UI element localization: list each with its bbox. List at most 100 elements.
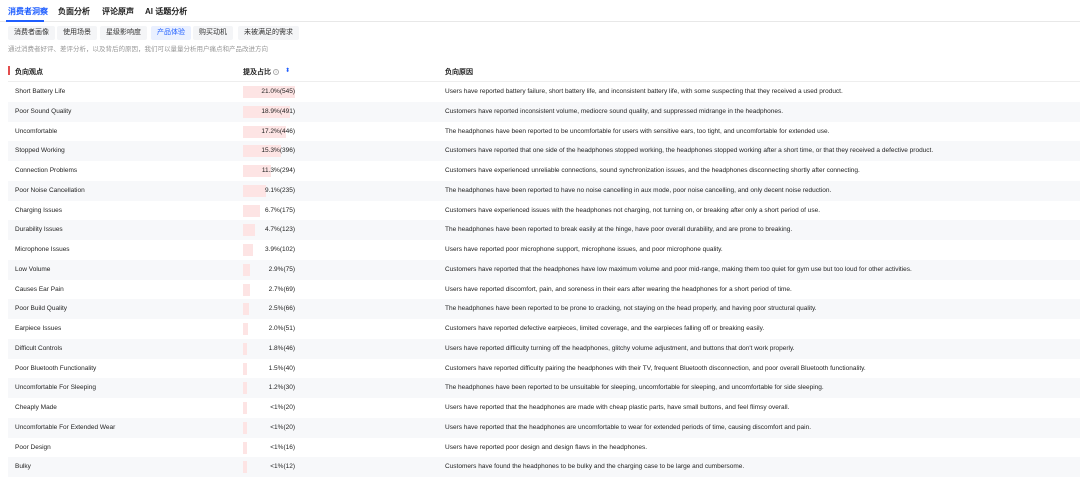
row-viewpoint: Charging Issues [15,206,62,214]
table-row: Stopped Working 15.3%(396) Customers have … [8,141,1080,161]
row-ratio-value: 21.0%(545) [261,88,295,95]
row-viewpoint: Poor Noise Cancellation [15,186,85,194]
row-reason: Customers have experienced unreliable co… [445,167,860,174]
tab-negative-analysis[interactable]: 负面分析 [58,6,90,17]
table-row: Causes Ear Pain 2.7%(69) Users have report… [8,280,1080,300]
table-row: Earpiece Issues 2.0%(51) Customers have re… [8,319,1080,339]
row-reason: Users have reported that the headphones … [445,404,790,411]
sub-tab-unmet-needs[interactable]: 未被满足的需求 [238,26,299,40]
row-reason: Customers have reported that one side of… [445,147,934,155]
row-reason: The headphones have been reported to be … [445,127,830,135]
row-viewpoint: Bulky [15,463,31,471]
row-reason: The headphones have been reported to be … [445,305,817,313]
table-row: Microphone Issues 3.9%(102) Users have rep… [8,240,1080,260]
row-reason: The headphones have been reported to be … [445,384,824,392]
row-reason: Customers have reported difficulty pairi… [445,364,866,372]
header-viewpoint: 负向观点 [15,69,43,76]
row-viewpoint: Short Battery Life [15,88,66,95]
row-viewpoint: Uncomfortable For Sleeping [15,384,96,392]
row-viewpoint: Poor Bluetooth Functionality [15,364,97,372]
row-ratio-value: <1%(12) [270,463,295,471]
row-ratio-value: <1%(16) [270,443,295,451]
table-row: Uncomfortable For Sleeping 1.2%(30) The he… [8,378,1080,398]
row-viewpoint: Durability Issues [15,226,63,234]
tab-consumer-insight[interactable]: 消费者洞察 [8,6,48,17]
table-row: Poor Design <1%(16) Users have reported po… [8,438,1080,458]
tab-review-voice[interactable]: 评论原声 [102,6,134,17]
row-ratio-value: 2.7%(69) [268,285,295,293]
row-reason: Users have reported battery failure, sho… [445,88,843,95]
row-viewpoint: Poor Design [15,443,51,451]
row-reason: Customers have found the headphones to b… [445,463,745,471]
table-row: Bulky <1%(12) Customers have found the hea… [8,457,1080,477]
sort-icon[interactable]: ⬍ [285,67,290,74]
table-row: Cheaply Made <1%(20) Users have reported t… [8,398,1080,418]
row-ratio-value: 9.1%(235) [265,186,295,194]
row-ratio-value: 11.3%(294) [261,167,295,174]
table-body: Short Battery Life 21.0%(545) Users have r… [8,82,1080,477]
row-reason: Customers have reported that the headpho… [445,265,912,273]
row-ratio-value: 4.7%(123) [265,226,295,234]
sub-tab-purchase-motivation[interactable]: 购买动机 [193,26,233,40]
sub-tab-consumer-profile[interactable]: 消费者画像 [8,26,55,40]
header-reason: 负向原因 [445,69,473,76]
table-row: Low Volume 2.9%(75) Customers have reporte… [8,259,1080,280]
table-row: Durability Issues 4.7%(123) The headphones… [8,220,1080,240]
top-tab-bar: 消费者洞察 负面分析 评论原声 AI 话题分析 [0,0,1080,22]
row-ratio-value: 15.3%(396) [261,147,295,155]
sub-tab-product-experience[interactable]: 产品体验 [151,26,191,40]
row-ratio-value: 2.5%(66) [268,305,295,313]
row-reason: Users have reported difficulty turning o… [445,344,795,352]
sub-tab-bar: 消费者画像 使用场景 星级影响度 产品体验 购买动机 未被满足的需求 [0,26,1080,42]
header-ratio: 提及占比 i [243,67,279,77]
row-viewpoint: Uncomfortable [15,127,58,135]
table-row: Uncomfortable 17.2%(446) The headphones ha… [8,122,1080,142]
row-reason: Customers have experienced issues with t… [445,206,821,214]
row-ratio-value: 2.9%(75) [268,265,295,273]
row-viewpoint: Poor Sound Quality [15,107,72,115]
row-ratio-value: 1.8%(46) [268,344,295,352]
row-viewpoint: Earpiece Issues [15,325,62,332]
row-ratio-value: 1.2%(30) [268,384,295,392]
table-row: Short Battery Life 21.0%(545) Users have r… [8,82,1080,102]
row-ratio-value: 2.0%(51) [268,325,295,332]
negative-viewpoint-table: 负向观点 提及占比 i ⬍ 负向原因 Short Battery Life 21.0… [8,59,1080,477]
row-viewpoint: Low Volume [15,265,51,273]
row-reason: Users have reported poor design and desi… [445,443,647,451]
row-reason: Users have reported discomfort, pain, an… [445,285,792,293]
row-reason: The headphones have been reported to hav… [445,186,832,194]
table-row: Poor Sound Quality 18.9%(491) Customers ha… [8,101,1080,122]
table-row: Poor Bluetooth Functionality 1.5%(40) Cust… [8,359,1080,379]
active-tab-indicator [6,20,44,22]
row-viewpoint: Uncomfortable For Extended Wear [15,423,116,431]
table-row: Difficult Controls 1.8%(46) Users have rep… [8,338,1080,359]
tab-ai-topic-analysis[interactable]: AI 话题分析 [145,6,187,17]
row-viewpoint: Causes Ear Pain [15,285,64,293]
sub-tab-star-impact[interactable]: 星级影响度 [100,26,147,40]
table-row: Charging Issues 6.7%(175) Customers have e… [8,201,1080,221]
row-ratio-value: 17.2%(446) [261,127,295,135]
row-reason: The headphones have been reported to bre… [445,226,793,234]
table-row: Poor Build Quality 2.5%(66) The headphones… [8,299,1080,319]
row-viewpoint: Stopped Working [15,147,65,155]
row-reason: Users have reported that the headphones … [445,423,812,431]
row-viewpoint: Difficult Controls [15,344,63,352]
row-ratio-value: 3.9%(102) [265,246,295,253]
header-ratio-label: 提及占比 [243,69,271,76]
page-description: 通过消费者好评、差评分析，以及背后的原因，我们可以量量分析用户痛点和产品改进方向 [8,46,268,53]
table-header: 负向观点 提及占比 i ⬍ 负向原因 [8,59,1080,82]
row-ratio-value: <1%(20) [270,423,295,431]
row-viewpoint: Microphone Issues [15,246,70,253]
row-ratio-value: 18.9%(491) [261,107,295,115]
table-row: Uncomfortable For Extended Wear <1%(20) Us… [8,417,1080,438]
row-reason: Customers have reported inconsistent vol… [445,107,784,115]
sub-tab-usage-scenario[interactable]: 使用场景 [57,26,97,40]
row-reason: Customers have reported defective earpie… [445,325,765,332]
table-row: Connection Problems 11.3%(294) Customers h… [8,161,1080,181]
table-row: Poor Noise Cancellation 9.1%(235) The head… [8,180,1080,201]
row-ratio-value: <1%(20) [270,404,295,411]
row-viewpoint: Connection Problems [15,167,78,174]
info-circle-icon[interactable]: i [273,69,279,76]
header-marker [8,66,10,75]
row-reason: Users have reported poor microphone supp… [445,246,723,253]
